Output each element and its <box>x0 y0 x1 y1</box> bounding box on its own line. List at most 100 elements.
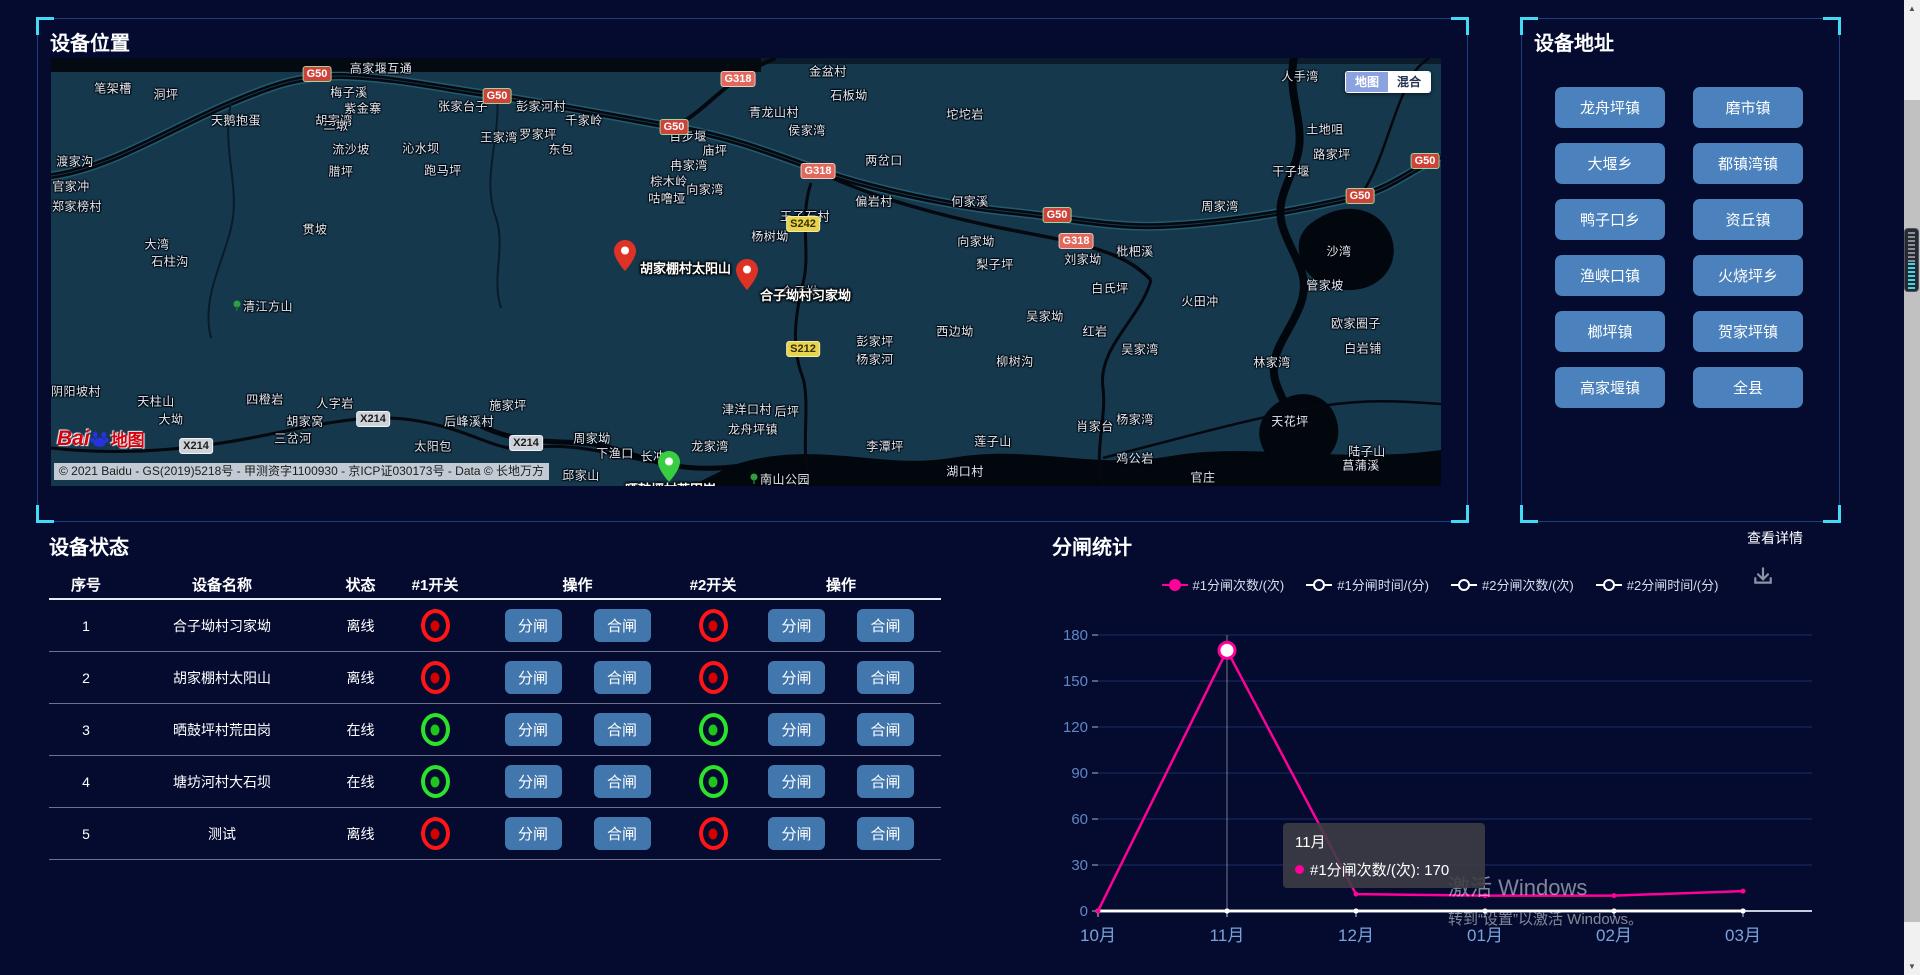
map-place-label: 后坪 <box>774 403 799 420</box>
road-badge-g50: G50 <box>483 88 512 104</box>
address-button-都镇湾镇[interactable]: 都镇湾镇 <box>1693 143 1803 184</box>
open-switch-button[interactable]: 分闸 <box>768 713 825 746</box>
road-badge-g50: G50 <box>1411 153 1440 169</box>
corner-bracket <box>36 505 54 523</box>
map-place-label: 三岔河 <box>274 430 312 447</box>
open-switch-button[interactable]: 分闸 <box>768 609 825 642</box>
road-badge-g318: G318 <box>801 163 836 179</box>
legend-item[interactable]: #1分闸次数/(次) <box>1162 575 1285 594</box>
map-place-label: 王家湾 <box>480 129 518 146</box>
map-place-label: 大湾 <box>144 236 169 253</box>
svg-text:150: 150 <box>1063 673 1088 690</box>
switch2-cell <box>685 713 741 746</box>
close-switch-button[interactable]: 合闸 <box>857 661 914 694</box>
address-button-龙舟坪镇[interactable]: 龙舟坪镇 <box>1555 87 1665 128</box>
address-button-全县[interactable]: 全县 <box>1693 367 1803 408</box>
map-place-label: 人手湾 <box>1281 68 1319 85</box>
legend-item[interactable]: #2分闸时间/(分) <box>1596 575 1719 594</box>
hybrid-mode-button[interactable]: 混合 <box>1388 72 1430 92</box>
address-button-鸭子口乡[interactable]: 鸭子口乡 <box>1555 199 1665 240</box>
map-place-label: 管家坡 <box>1306 277 1344 294</box>
legend-item[interactable]: #1分闸时间/(分) <box>1306 575 1429 594</box>
map-place-label: 南山公园 <box>750 471 810 487</box>
open-switch-button[interactable]: 分闸 <box>505 609 562 642</box>
close-switch-button[interactable]: 合闸 <box>594 713 651 746</box>
open-switch-button[interactable]: 分闸 <box>768 661 825 694</box>
open-switch-button[interactable]: 分闸 <box>505 713 562 746</box>
chart-legend: #1分闸次数/(次) #1分闸时间/(分) #2分闸次数/(次) #2分闸时间/(分) <box>1040 575 1840 594</box>
map-place-label: 梅子溪 <box>330 84 368 101</box>
map-place-label: 官家冲 <box>52 178 90 195</box>
map-place-label: 后峰溪村 <box>444 413 494 430</box>
table-header-cell: #1开关 <box>400 574 470 595</box>
map-place-label: 石柱沟 <box>151 253 189 270</box>
scrollbar-up-arrow[interactable]: ▲ <box>1904 0 1920 17</box>
address-button-磨市镇[interactable]: 磨市镇 <box>1693 87 1803 128</box>
open-switch-button[interactable]: 分闸 <box>505 765 562 798</box>
road-badge-g50: G50 <box>660 119 689 135</box>
map-pin-label: 合子坳村习家坳 <box>760 285 851 304</box>
device-status: 离线 <box>321 668 400 688</box>
table-header-cell: 操作 <box>470 574 685 595</box>
close-switch-button[interactable]: 合闸 <box>594 765 651 798</box>
map-pin-label: 胡家棚村太阳山 <box>640 258 731 277</box>
map-pin[interactable] <box>736 259 758 290</box>
map-mode-button[interactable]: 地图 <box>1346 72 1388 92</box>
device-location-title: 设备位置 <box>50 27 130 56</box>
svg-text:11月: 11月 <box>1210 926 1245 945</box>
switch-indicator-red <box>699 817 728 850</box>
row-index: 2 <box>49 670 123 686</box>
scrollbar[interactable]: ▲ ▼ <box>1904 0 1920 975</box>
legend-label: #1分闸次数/(次) <box>1193 575 1285 594</box>
switch-indicator-red <box>699 661 728 694</box>
close-switch-button[interactable]: 合闸 <box>857 765 914 798</box>
operation-buttons: 分闸合闸 <box>505 661 651 694</box>
close-switch-button[interactable]: 合闸 <box>857 713 914 746</box>
device-address-panel: 设备地址 龙舟坪镇磨市镇大堰乡都镇湾镇鸭子口乡资丘镇渔峡口镇火烧坪乡榔坪镇贺家坪… <box>1521 18 1840 522</box>
table-row: 2胡家棚村太阳山离线分闸合闸分闸合闸 <box>49 652 941 704</box>
baidu-map[interactable]: 笔架槽洞坪天鹅抱蛋胡家湾高家堰互通梅子溪紫金寨二墩流沙坡沁水坝张家台子彭家河村王… <box>51 58 1441 486</box>
open-switch-button[interactable]: 分闸 <box>768 765 825 798</box>
map-place-label: 莲子山 <box>974 433 1012 450</box>
close-switch-button[interactable]: 合闸 <box>857 817 914 850</box>
scrollbar-down-arrow[interactable]: ▼ <box>1904 958 1920 975</box>
map-place-label: 笔架槽 <box>94 80 132 97</box>
address-button-资丘镇[interactable]: 资丘镇 <box>1693 199 1803 240</box>
scrollbar-thumb[interactable] <box>1904 100 1920 922</box>
road-badge-x214: X214 <box>179 438 213 454</box>
close-switch-button[interactable]: 合闸 <box>594 817 651 850</box>
open-switch-button[interactable]: 分闸 <box>505 817 562 850</box>
map-pin[interactable] <box>658 451 680 482</box>
table-header-cell: #2开关 <box>685 574 741 595</box>
map-pin[interactable] <box>614 240 636 271</box>
address-button-高家堰镇[interactable]: 高家堰镇 <box>1555 367 1665 408</box>
switch2-cell <box>685 817 741 850</box>
trip-chart[interactable]: 11月 #1分闸次数/(次): 170 030609012015018010月1… <box>1040 595 1840 955</box>
address-button-贺家坪镇[interactable]: 贺家坪镇 <box>1693 311 1803 352</box>
switch-indicator-red <box>421 817 450 850</box>
address-button-榔坪镇[interactable]: 榔坪镇 <box>1555 311 1665 352</box>
close-switch-button[interactable]: 合闸 <box>594 661 651 694</box>
address-button-渔峡口镇[interactable]: 渔峡口镇 <box>1555 255 1665 296</box>
address-button-大堰乡[interactable]: 大堰乡 <box>1555 143 1665 184</box>
device-name: 胡家棚村太阳山 <box>123 668 321 688</box>
operation-buttons: 分闸合闸 <box>768 609 914 642</box>
legend-item[interactable]: #2分闸次数/(次) <box>1451 575 1574 594</box>
close-switch-button[interactable]: 合闸 <box>594 609 651 642</box>
view-details-link[interactable]: 查看详情 <box>1747 528 1803 548</box>
map-place-label: 石板坳 <box>830 87 868 104</box>
map-place-label: 龙家湾 <box>691 438 729 455</box>
switch2-cell <box>685 609 741 642</box>
open-switch-button[interactable]: 分闸 <box>505 661 562 694</box>
close-switch-button[interactable]: 合闸 <box>857 609 914 642</box>
switch1-cell <box>400 817 470 850</box>
map-place-label: 冉家湾 <box>670 157 708 174</box>
address-button-grid: 龙舟坪镇磨市镇大堰乡都镇湾镇鸭子口乡资丘镇渔峡口镇火烧坪乡榔坪镇贺家坪镇高家堰镇… <box>1555 87 1803 408</box>
operations1-cell: 分闸合闸 <box>470 765 685 798</box>
tooltip-month: 11月 <box>1295 831 1473 852</box>
map-attribution: © 2021 Baidu - GS(2019)5218号 - 甲测资字11009… <box>54 463 549 480</box>
open-switch-button[interactable]: 分闸 <box>768 817 825 850</box>
table-row: 4塘坊河村大石坝在线分闸合闸分闸合闸 <box>49 756 941 808</box>
address-button-火烧坪乡[interactable]: 火烧坪乡 <box>1693 255 1803 296</box>
tooltip-series-dot <box>1295 865 1304 874</box>
